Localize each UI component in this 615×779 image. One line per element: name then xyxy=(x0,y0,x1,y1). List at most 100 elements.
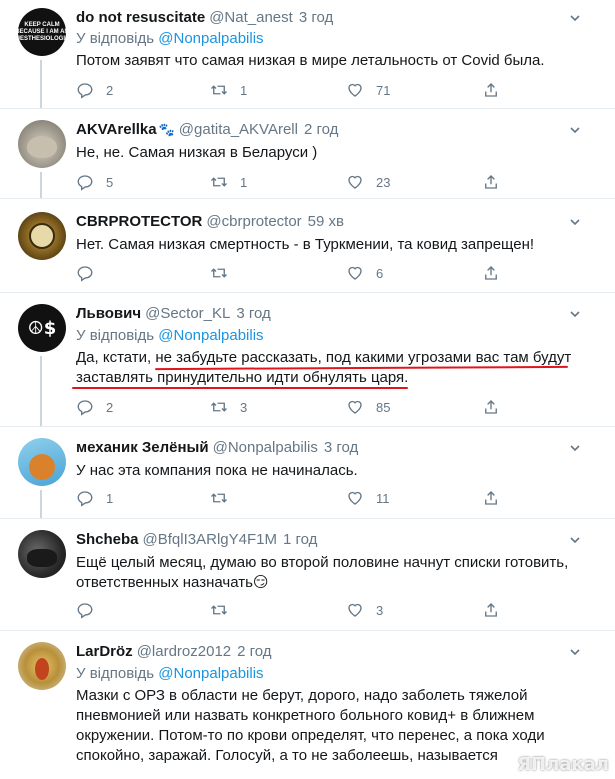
user-handle[interactable]: @Nat_anest xyxy=(209,9,293,26)
thread-line xyxy=(40,60,42,108)
retweet-count: 1 xyxy=(240,82,248,98)
like-button[interactable]: 6 xyxy=(346,264,386,282)
tweet-header: CBRPROTECTOR @cbrprotector 59 хв xyxy=(76,213,344,231)
like-count: 71 xyxy=(376,82,391,98)
tweet-text: Потом заявят что самая низкая в мире лет… xyxy=(76,52,545,69)
tweet[interactable]: механик Зелёный @Nonpalpabilis 3 год У нас… xyxy=(0,426,615,519)
reply-to-link[interactable]: @Nonpalpabilis xyxy=(158,665,263,682)
user-handle[interactable]: @gatita_AKVArell xyxy=(179,121,298,138)
timestamp[interactable]: 3 год xyxy=(236,305,270,322)
tweet-header: AKVArellka 🐾 @gatita_AKVArell 2 год xyxy=(76,121,338,139)
chevron-down-icon[interactable] xyxy=(569,12,581,24)
like-button[interactable]: 3 xyxy=(346,601,386,619)
user-name[interactable]: AKVArellka xyxy=(76,121,157,138)
like-count: 23 xyxy=(376,174,391,190)
retweet-icon xyxy=(211,268,227,278)
tweet[interactable]: ☮$ Львович @Sector_KL 3 год У відповідь @N… xyxy=(0,292,615,427)
reply-context: У відповідь @Nonpalpabilis xyxy=(76,665,264,683)
tweet-actions: 6 xyxy=(76,264,516,284)
tweet-header: LarDröz @lardroz2012 2 год xyxy=(76,643,272,661)
reply-button[interactable]: 1 xyxy=(76,489,116,507)
retweet-button[interactable] xyxy=(210,264,250,282)
user-handle[interactable]: @Sector_KL xyxy=(145,305,230,322)
timestamp[interactable]: 1 год xyxy=(283,531,317,548)
like-button[interactable]: 23 xyxy=(346,173,390,191)
user-name[interactable]: do not resuscitate xyxy=(76,9,205,26)
reply-button[interactable]: 2 xyxy=(76,398,116,416)
retweet-button[interactable]: 3 xyxy=(210,398,250,416)
retweet-button[interactable]: 1 xyxy=(210,173,250,191)
timestamp[interactable]: 3 год xyxy=(324,439,358,456)
avatar[interactable] xyxy=(18,530,66,578)
reply-button[interactable] xyxy=(76,264,116,282)
retweet-button[interactable]: 1 xyxy=(210,81,250,99)
reply-button[interactable]: 2 xyxy=(76,81,116,99)
avatar[interactable] xyxy=(18,642,66,690)
timestamp[interactable]: 3 год xyxy=(299,9,333,26)
share-button[interactable] xyxy=(482,601,512,619)
chevron-down-icon[interactable] xyxy=(569,308,581,320)
share-button[interactable] xyxy=(482,489,512,507)
reply-icon xyxy=(77,83,93,99)
user-handle[interactable]: @cbrprotector xyxy=(206,213,301,230)
cat-shape xyxy=(27,136,57,158)
tweet[interactable]: CBRPROTECTOR @cbrprotector 59 хв Нет. Сама… xyxy=(0,198,615,293)
reply-to-link[interactable]: @Nonpalpabilis xyxy=(158,30,263,47)
tweet-actions: 2 1 71 xyxy=(76,81,516,101)
user-name[interactable]: Shcheba xyxy=(76,531,139,548)
reply-context: У відповідь @Nonpalpabilis xyxy=(76,30,264,48)
user-handle[interactable]: @Nonpalpabilis xyxy=(213,439,318,456)
share-button[interactable] xyxy=(482,81,512,99)
user-handle[interactable]: @BfqlI3ARlgY4F1M xyxy=(143,531,277,548)
reply-count: 5 xyxy=(106,174,114,190)
avatar[interactable] xyxy=(18,212,66,260)
chevron-down-icon[interactable] xyxy=(569,442,581,454)
chevron-down-icon[interactable] xyxy=(569,216,581,228)
like-button[interactable]: 85 xyxy=(346,398,390,416)
chevron-down-icon[interactable] xyxy=(569,646,581,658)
user-name[interactable]: механик Зелёный xyxy=(76,439,209,456)
like-count: 85 xyxy=(376,399,391,415)
retweet-button[interactable] xyxy=(210,489,250,507)
reply-button[interactable]: 5 xyxy=(76,173,116,191)
reply-button[interactable] xyxy=(76,601,116,619)
reply-icon xyxy=(77,175,93,191)
like-button[interactable]: 11 xyxy=(346,489,390,507)
reply-count: 1 xyxy=(106,490,114,506)
retweet-button[interactable] xyxy=(210,601,250,619)
reply-icon xyxy=(77,491,93,507)
user-handle[interactable]: @lardroz2012 xyxy=(137,643,231,660)
like-icon xyxy=(348,83,362,97)
share-button[interactable] xyxy=(482,264,512,282)
tweet-actions: 3 xyxy=(76,601,516,621)
user-name[interactable]: Львович xyxy=(76,305,141,322)
avatar[interactable] xyxy=(18,120,66,168)
avatar[interactable]: ☮$ xyxy=(18,304,66,352)
avatar[interactable] xyxy=(18,438,66,486)
tweet[interactable]: KEEP CALM BECAUSE I AM AN ANESTHESIOLOGI… xyxy=(0,0,615,109)
share-button[interactable] xyxy=(482,398,512,416)
share-icon xyxy=(485,400,497,414)
tweet-actions: 1 11 xyxy=(76,489,516,509)
avatar[interactable]: KEEP CALM BECAUSE I AM AN ANESTHESIOLOGI… xyxy=(18,8,66,56)
chevron-down-icon[interactable] xyxy=(569,534,581,546)
like-count: 11 xyxy=(376,490,390,506)
tweet[interactable]: Shcheba @BfqlI3ARlgY4F1M 1 год Ещё целый м… xyxy=(0,518,615,631)
timestamp[interactable]: 59 хв xyxy=(308,213,344,230)
tweet-text: Ещё целый месяц, думаю во второй половин… xyxy=(76,554,569,591)
reply-to-link[interactable]: @Nonpalpabilis xyxy=(158,327,263,344)
reply-prefix: У відповідь xyxy=(76,30,155,47)
chevron-down-icon[interactable] xyxy=(569,124,581,136)
tweet-text-line: заставлять принудительно идти обнулять ц… xyxy=(76,369,409,386)
tweet[interactable]: AKVArellka 🐾 @gatita_AKVArell 2 год Не, не.… xyxy=(0,108,615,199)
share-button[interactable] xyxy=(482,173,512,191)
user-name[interactable]: CBRPROTECTOR xyxy=(76,213,202,230)
like-button[interactable]: 71 xyxy=(346,81,390,99)
timestamp[interactable]: 2 год xyxy=(304,121,338,138)
flower-shape xyxy=(35,658,49,680)
user-name[interactable]: LarDröz xyxy=(76,643,133,660)
retweet-icon xyxy=(211,177,227,187)
timestamp[interactable]: 2 год xyxy=(237,643,271,660)
reply-icon xyxy=(77,266,93,282)
reply-icon xyxy=(77,603,93,619)
